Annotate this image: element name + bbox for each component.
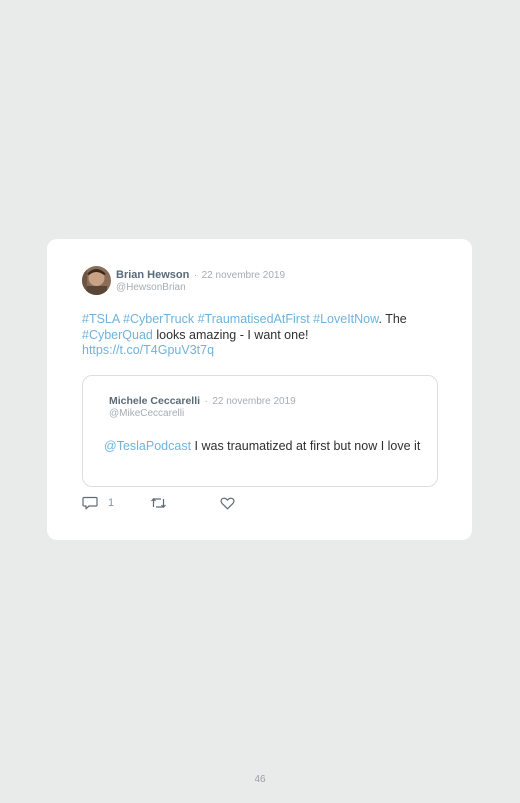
tweet-url[interactable]: https://t.co/T4GpuV3t7q — [82, 343, 214, 357]
meta-separator: · — [193, 270, 198, 281]
avatar[interactable] — [82, 266, 111, 295]
quoted-tweet-body: @TeslaPodcast I was traumatized at first… — [104, 439, 424, 455]
tweet-header: Brian Hewson · 22 novembre 2019 @HewsonB… — [82, 266, 285, 295]
retweet-button[interactable] — [150, 496, 167, 510]
hashtag-traumatisedatfirst[interactable]: #TraumatisedAtFirst — [198, 312, 310, 326]
tweet-date[interactable]: 22 novembre 2019 — [202, 270, 285, 281]
heart-icon — [220, 497, 235, 510]
reply-count: 1 — [108, 497, 115, 509]
quoted-tweet-date[interactable]: 22 novembre 2019 — [212, 396, 295, 407]
hashtag-cybertruck[interactable]: #CyberTruck — [123, 312, 194, 326]
author-handle[interactable]: @HewsonBrian — [116, 282, 285, 294]
hashtag-tsla[interactable]: #TSLA — [82, 312, 120, 326]
tweet-text-segment: looks amazing - I want one! — [152, 327, 309, 342]
quoted-tweet-header: Michele Ceccarelli · 22 novembre 2019 @M… — [109, 394, 296, 420]
quoted-author-name[interactable]: Michele Ceccarelli — [109, 395, 200, 407]
tweet-card: Brian Hewson · 22 novembre 2019 @HewsonB… — [47, 239, 472, 540]
tweet-body: #TSLA #CyberTruck #TraumatisedAtFirst #L… — [82, 312, 442, 359]
tweet-text-segment: . The — [378, 312, 407, 326]
quoted-author-handle[interactable]: @MikeCeccarelli — [109, 408, 296, 420]
retweet-icon — [150, 496, 167, 510]
page-number: 46 — [254, 774, 266, 785]
reply-button[interactable]: 1 — [82, 496, 114, 510]
like-button[interactable] — [220, 497, 235, 510]
reply-icon — [82, 496, 98, 510]
quoted-tweet-text: I was traumatized at first but now I lov… — [191, 439, 421, 453]
author-name[interactable]: Brian Hewson — [116, 269, 189, 281]
mention-teslapodcast[interactable]: @TeslaPodcast — [104, 439, 191, 453]
hashtag-loveitnow[interactable]: #LoveItNow — [313, 312, 378, 326]
meta-separator: · — [204, 396, 208, 407]
quoted-tweet[interactable]: Michele Ceccarelli · 22 novembre 2019 @M… — [82, 375, 438, 487]
tweet-actions: 1 — [82, 495, 235, 511]
hashtag-cyberquad[interactable]: #CyberQuad — [82, 328, 153, 342]
